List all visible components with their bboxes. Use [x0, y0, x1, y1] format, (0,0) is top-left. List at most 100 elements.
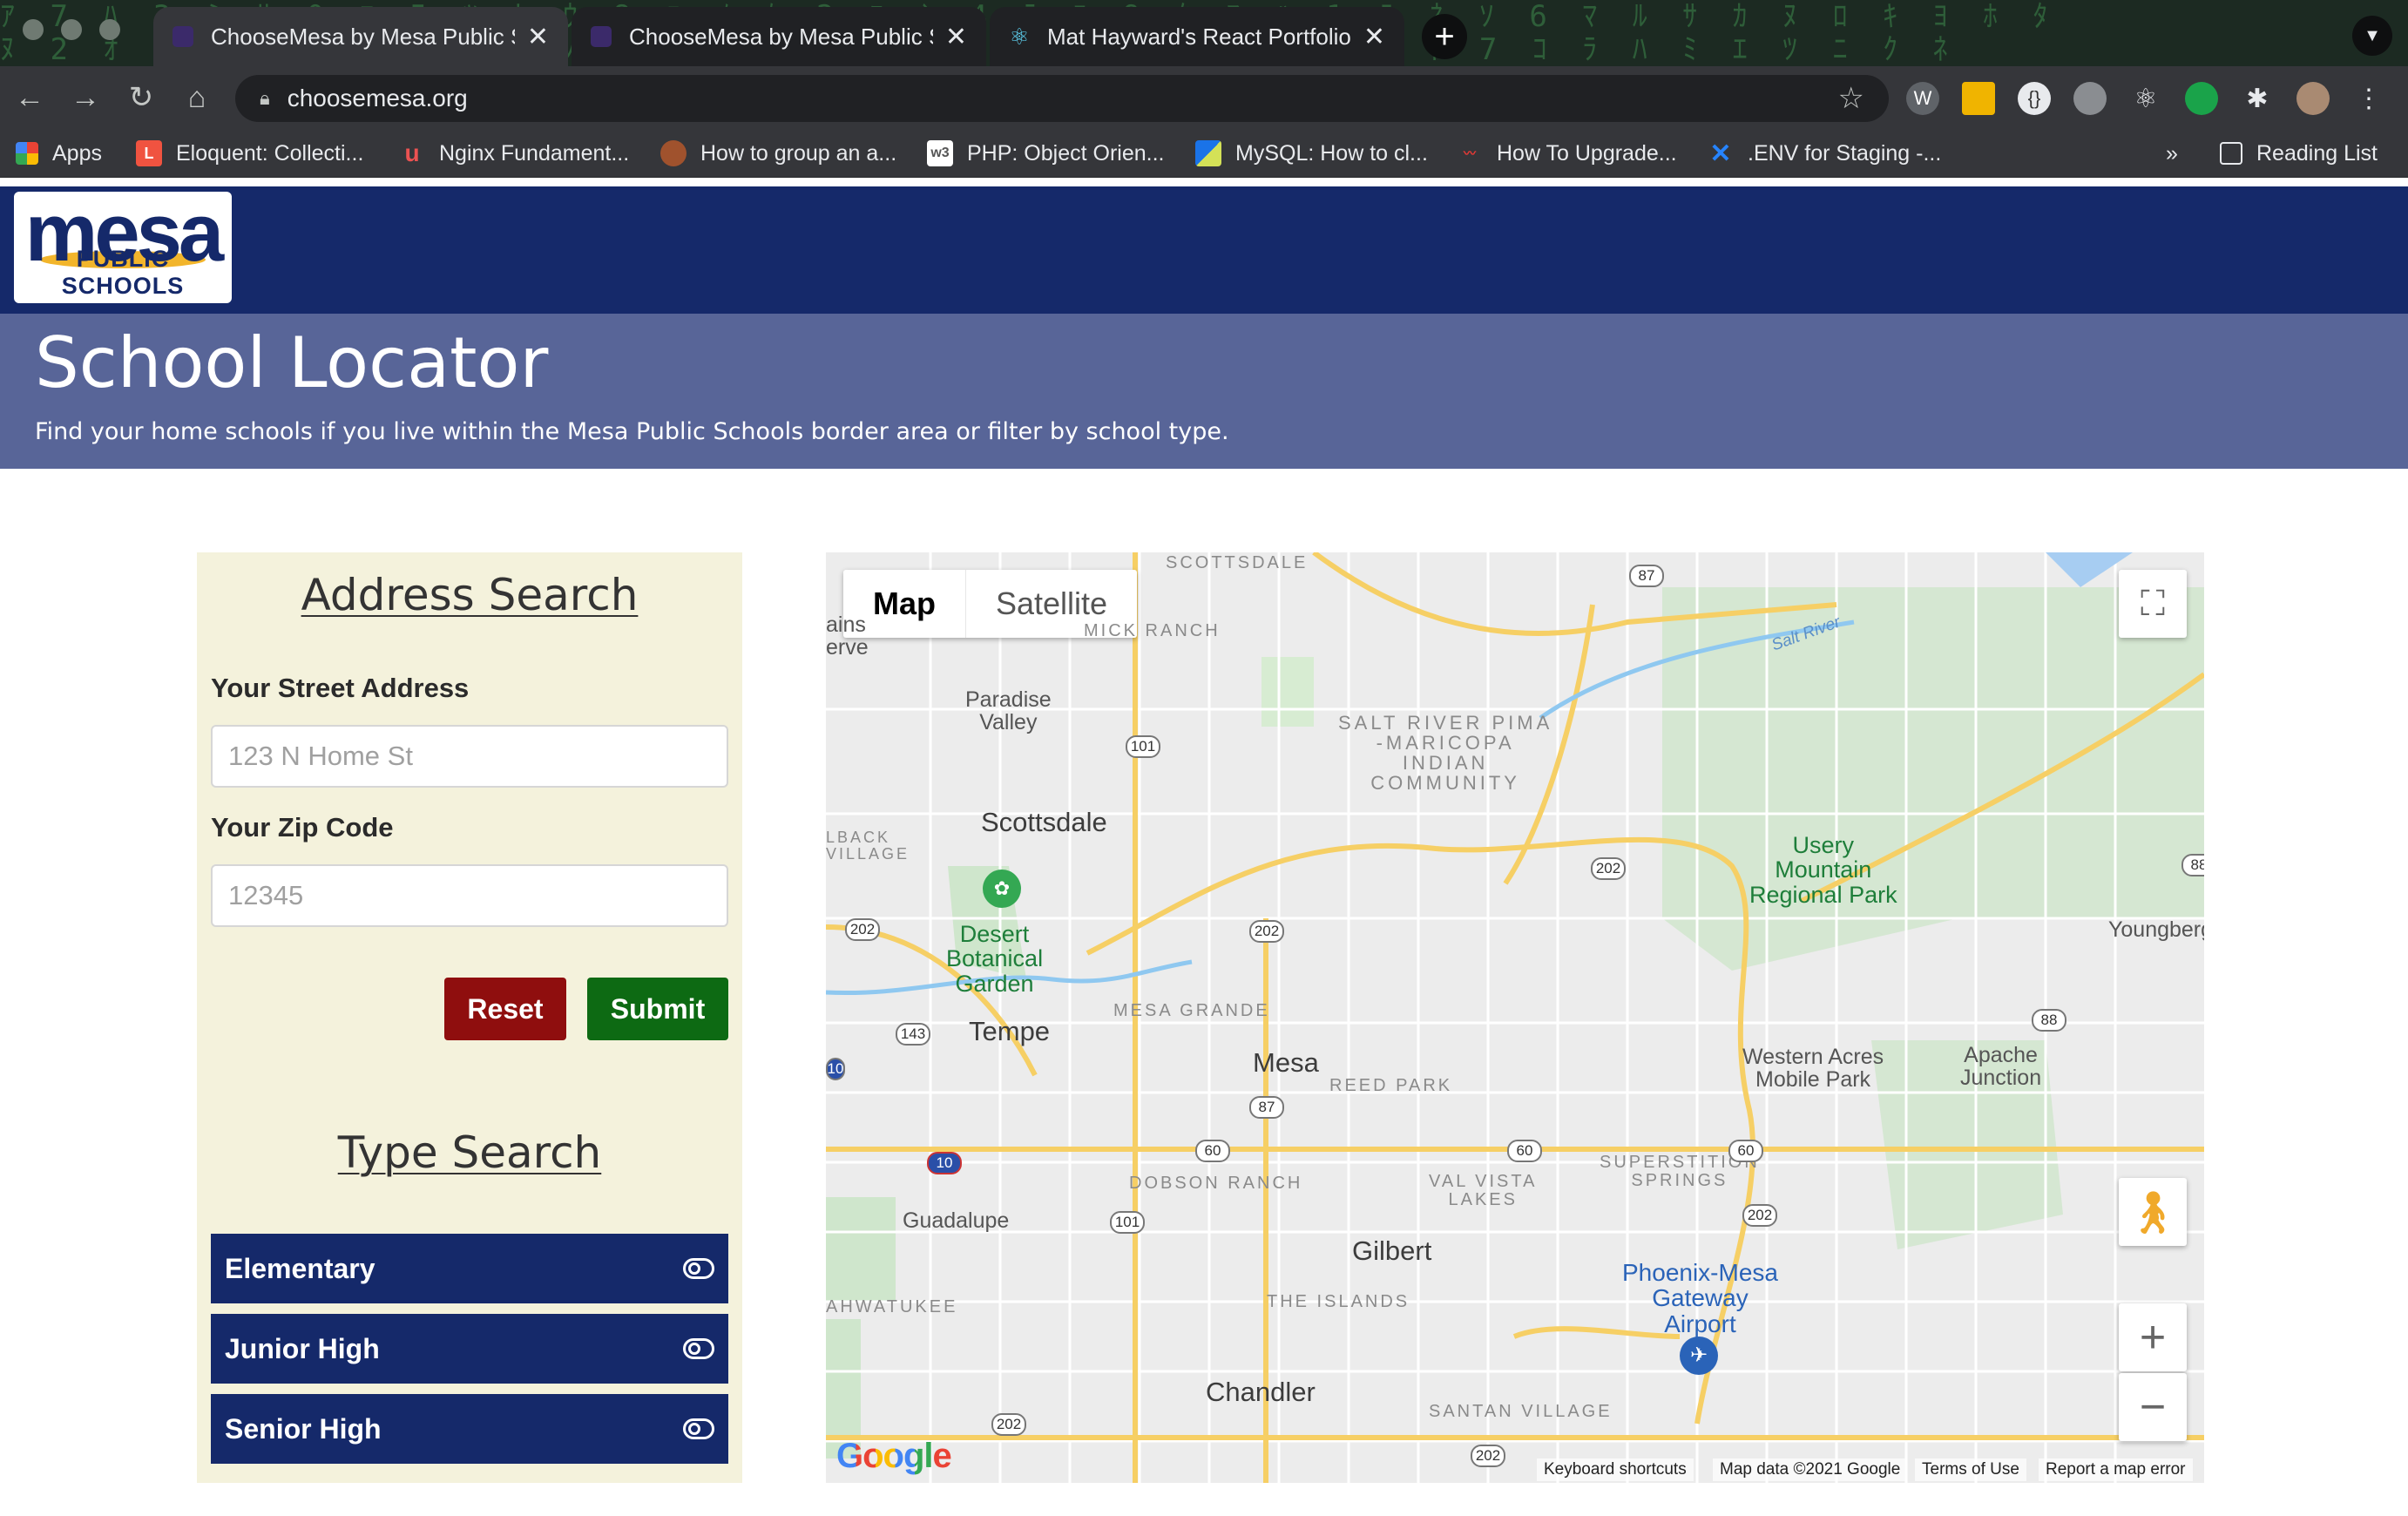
- zoom-out-button[interactable]: −: [2119, 1373, 2187, 1441]
- lock-icon: 🔒︎: [260, 87, 270, 109]
- report-map-error-link[interactable]: Report a map error: [2039, 1458, 2193, 1481]
- wappalyzer-extension-icon[interactable]: W: [1906, 82, 1939, 115]
- zip-code-label: Your Zip Code: [211, 812, 394, 843]
- type-toggle-senior-high[interactable]: Senior High: [211, 1394, 728, 1464]
- browser-tab-strip: ｱ 7 ﾊ 3 ﾐ ﾘ 0 ｴ 5 ﾂ ﾄ ｳ 8 ﾆ ﾒ ｹ 2 ﾌ ｼ 4 …: [0, 0, 2408, 66]
- bookmark-nginx[interactable]: u Nginx Fundament...: [399, 138, 629, 169]
- new-tab-button[interactable]: +: [1422, 14, 1467, 59]
- type-label: Elementary: [225, 1252, 375, 1284]
- map-label: Paradise Valley: [965, 687, 1052, 735]
- grey-extension-icon[interactable]: [2073, 82, 2107, 115]
- notes-extension-icon[interactable]: [1962, 82, 1995, 115]
- map-label: Apache Junction: [1960, 1043, 2042, 1091]
- toggle-icon[interactable]: [683, 1338, 714, 1359]
- route-shield: 87: [1249, 1096, 1284, 1119]
- map-label: Desert Botanical Garden: [946, 921, 1044, 997]
- map-data-attribution: Map data ©2021 Google: [1713, 1458, 1908, 1481]
- tab-search-chevron-icon[interactable]: ▼: [2352, 16, 2392, 56]
- profile-avatar[interactable]: [2296, 82, 2330, 115]
- bookmark-apps[interactable]: Apps: [16, 138, 102, 169]
- url-text[interactable]: choosemesa.org: [287, 85, 1838, 112]
- close-icon[interactable]: ✕: [527, 22, 549, 52]
- mesa-public-schools-logo[interactable]: mesa PUBLIC SCHOOLS: [14, 192, 232, 303]
- bookmark-upgrade[interactable]: 〰 How To Upgrade...: [1457, 138, 1677, 169]
- interstate-shield: 10: [826, 1058, 845, 1080]
- map-label: Western Acres Mobile Park: [1742, 1045, 1884, 1093]
- interstate-shield: 10: [927, 1152, 962, 1174]
- bookmarks-bar: Apps L Eloquent: Collecti... u Nginx Fun…: [0, 129, 2408, 178]
- terms-of-use-link[interactable]: Terms of Use: [1915, 1458, 2026, 1481]
- reading-list-button[interactable]: Reading List: [2220, 138, 2378, 169]
- zip-code-input[interactable]: [211, 864, 728, 927]
- school-map[interactable]: Map Satellite ⛶ 🚶︎ + − SCOTTSDALE MICK R…: [826, 552, 2204, 1483]
- react-devtools-icon[interactable]: ⚛: [2129, 82, 2162, 115]
- search-panel: Address Search Your Street Address Your …: [197, 552, 742, 1483]
- route-shield: 60: [1728, 1140, 1763, 1162]
- airport-pin-icon[interactable]: ✈: [1680, 1337, 1718, 1375]
- close-icon[interactable]: ✕: [945, 22, 967, 52]
- zoom-in-button[interactable]: +: [2119, 1303, 2187, 1371]
- map-label: ains erve: [826, 612, 869, 660]
- map-label: THE ISLANDS: [1267, 1292, 1410, 1311]
- tab-react-portfolio[interactable]: ⚛ Mat Hayward's React Portfolio ✕: [990, 7, 1404, 66]
- bookmarks-overflow-button[interactable]: »: [2166, 138, 2178, 169]
- extensions-puzzle-icon[interactable]: ✱: [2241, 82, 2274, 115]
- tab-title: ChooseMesa by Mesa Public Schools: [211, 23, 515, 50]
- route-shield: 88: [2181, 854, 2204, 876]
- map-label: MESA GRANDE: [1113, 1001, 1270, 1020]
- close-icon[interactable]: ✕: [1363, 22, 1385, 52]
- street-address-input[interactable]: [211, 725, 728, 788]
- vultr-icon: 〰: [1464, 146, 1476, 160]
- fullscreen-icon[interactable]: ⛶: [2119, 570, 2187, 638]
- map-label: SANTAN VILLAGE: [1429, 1402, 1613, 1421]
- tab-choosemesa-2[interactable]: ChooseMesa by Mesa Public Schools ✕: [572, 7, 986, 66]
- botanical-garden-pin-icon[interactable]: ✿: [983, 870, 1021, 908]
- pegman-streetview-icon[interactable]: 🚶︎: [2119, 1178, 2187, 1246]
- bookmark-label: How to group an a...: [700, 140, 897, 166]
- hero-banner: School Locator Find your home schools if…: [0, 314, 2408, 469]
- type-toggle-junior-high[interactable]: Junior High: [211, 1314, 728, 1384]
- bookmark-label: PHP: Object Orien...: [967, 140, 1165, 166]
- apps-grid-icon: [16, 142, 38, 165]
- w3-icon: w3: [927, 140, 953, 166]
- map-label: DOBSON RANCH: [1129, 1174, 1303, 1193]
- route-shield: 202: [845, 918, 880, 941]
- toggle-icon[interactable]: [683, 1418, 714, 1439]
- bookmark-group-array[interactable]: How to group an a...: [660, 138, 896, 169]
- google-logo[interactable]: Google: [836, 1437, 952, 1476]
- json-viewer-extension-icon[interactable]: {}: [2018, 82, 2051, 115]
- type-toggle-elementary[interactable]: Elementary: [211, 1234, 728, 1303]
- reload-icon[interactable]: ↻: [122, 78, 160, 117]
- bookmark-php-oop[interactable]: w3 PHP: Object Orien...: [927, 138, 1164, 169]
- toggle-icon[interactable]: [683, 1258, 714, 1279]
- kebab-menu-icon[interactable]: ⋮: [2352, 82, 2385, 115]
- bookmark-env-staging[interactable]: ✕ .ENV for Staging -...: [1708, 138, 1941, 169]
- street-address-label: Your Street Address: [211, 673, 470, 703]
- address-bar[interactable]: 🔒︎ choosemesa.org ☆: [235, 75, 1889, 122]
- keyboard-shortcuts-link[interactable]: Keyboard shortcuts: [1537, 1458, 1694, 1481]
- bookmark-eloquent[interactable]: L Eloquent: Collecti...: [136, 138, 363, 169]
- zoom-window-control[interactable]: [99, 19, 120, 40]
- reset-button[interactable]: Reset: [444, 978, 566, 1040]
- forward-arrow-icon[interactable]: →: [66, 78, 105, 117]
- home-icon[interactable]: ⌂: [178, 78, 216, 117]
- bookmark-mysql[interactable]: MySQL: How to cl...: [1195, 138, 1428, 169]
- route-shield: 101: [1110, 1211, 1145, 1234]
- map-label: REED PARK: [1329, 1076, 1453, 1095]
- choosemesa-favicon-icon: [591, 26, 612, 47]
- type-search-heading: Type Search: [337, 1127, 602, 1178]
- route-shield: 202: [1591, 857, 1626, 880]
- address-search-heading: Address Search: [301, 570, 639, 620]
- map-label: Tempe: [969, 1016, 1051, 1046]
- map-label: Mesa: [1253, 1047, 1319, 1078]
- minimize-window-control[interactable]: [61, 19, 82, 40]
- laravel-icon: L: [136, 140, 162, 166]
- back-arrow-icon[interactable]: ←: [10, 78, 49, 117]
- tab-choosemesa-1[interactable]: ChooseMesa by Mesa Public Schools ✕: [153, 7, 568, 66]
- tab-title: Mat Hayward's React Portfolio: [1047, 23, 1351, 50]
- submit-button[interactable]: Submit: [587, 978, 728, 1040]
- bookmark-star-icon[interactable]: ☆: [1838, 81, 1864, 116]
- close-window-control[interactable]: [23, 19, 44, 40]
- green-extension-icon[interactable]: [2185, 82, 2218, 115]
- map-label: SALT RIVER PIMA -MARICOPA INDIAN COMMUNITY: [1338, 712, 1553, 795]
